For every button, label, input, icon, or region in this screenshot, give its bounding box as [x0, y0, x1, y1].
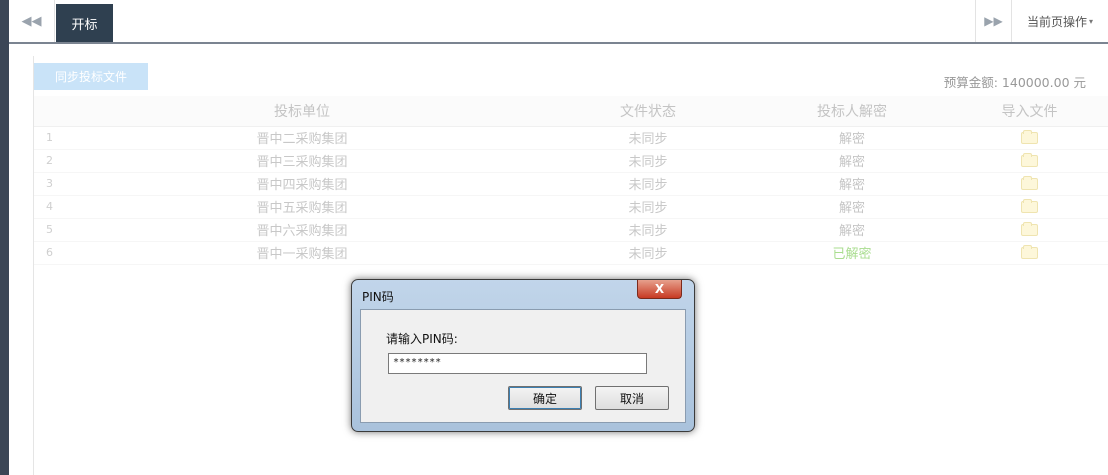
pin-prompt-label: 请输入PIN码:	[386, 332, 458, 346]
cancel-button[interactable]: 取消	[595, 386, 669, 410]
page-ops-label: 当前页操作	[1026, 14, 1087, 29]
table-header-row: 投标单位 文件状态 投标人解密 导入文件	[34, 96, 1108, 127]
file-status: 未同步	[542, 195, 754, 219]
dialog-title: PIN码	[362, 290, 394, 304]
decrypt-link[interactable]: 解密	[839, 178, 865, 193]
table-row: 5 晋中六采购集团 未同步 解密	[34, 218, 1108, 242]
table-row: 3 晋中四采购集团 未同步 解密	[34, 172, 1108, 196]
file-status: 未同步	[542, 172, 754, 196]
table-row: 6 晋中一采购集团 未同步 已解密	[34, 241, 1108, 265]
tab-bar: ◀◀ 开标 ▶▶ 当前页操作 ▾	[9, 0, 1108, 44]
table-row: 4 晋中五采购集团 未同步 解密	[34, 195, 1108, 219]
decrypt-link[interactable]: 解密	[839, 132, 865, 147]
decrypt-link[interactable]: 解密	[839, 201, 865, 216]
current-page-operations-menu[interactable]: 当前页操作 ▾	[1011, 0, 1108, 42]
pin-dialog: PIN码 X 请输入PIN码: ******** 确定 取消	[351, 279, 695, 432]
row-index: 5	[34, 218, 62, 242]
bidder-unit: 晋中五采购集团	[62, 195, 542, 219]
bidder-unit: 晋中二采购集团	[62, 126, 542, 150]
row-index: 2	[34, 149, 62, 173]
row-index: 6	[34, 241, 62, 265]
file-status: 未同步	[542, 218, 754, 242]
bidder-unit: 晋中三采购集团	[62, 149, 542, 173]
tab-open-bid[interactable]: 开标	[56, 4, 113, 42]
folder-icon[interactable]	[1021, 221, 1038, 236]
header-bidder-unit: 投标单位	[62, 96, 542, 127]
bidder-table: 投标单位 文件状态 投标人解密 导入文件 1 晋中二采购集团 未同步 解密 2 …	[34, 96, 1108, 265]
double-chevron-right-icon[interactable]: ▶▶	[975, 0, 1011, 42]
folder-icon[interactable]	[1021, 244, 1038, 259]
folder-icon[interactable]	[1021, 175, 1038, 190]
file-status: 未同步	[542, 149, 754, 173]
table-row: 2 晋中三采购集团 未同步 解密	[34, 149, 1108, 173]
table-row: 1 晋中二采购集团 未同步 解密	[34, 126, 1108, 150]
budget-amount: 预算金额: 140000.00 元	[943, 75, 1086, 90]
header-bidder-decrypt: 投标人解密	[754, 96, 950, 127]
bidder-unit: 晋中一采购集团	[62, 241, 542, 265]
folder-icon[interactable]	[1021, 152, 1038, 167]
folder-icon[interactable]	[1021, 129, 1038, 144]
decrypted-status: 已解密	[832, 247, 872, 262]
row-index: 3	[34, 172, 62, 196]
bidder-unit: 晋中六采购集团	[62, 218, 542, 242]
bidder-unit: 晋中四采购集团	[62, 172, 542, 196]
header-file-status: 文件状态	[542, 96, 754, 127]
file-status: 未同步	[542, 126, 754, 150]
sync-bid-files-button[interactable]: 同步投标文件	[34, 63, 148, 90]
file-status: 未同步	[542, 241, 754, 265]
dialog-body: 请输入PIN码: ******** 确定 取消	[360, 309, 686, 423]
confirm-button[interactable]: 确定	[508, 386, 582, 410]
decrypt-link[interactable]: 解密	[839, 224, 865, 239]
left-sidebar-rail	[0, 0, 9, 475]
pin-input[interactable]: ********	[388, 353, 647, 374]
header-import-file: 导入文件	[950, 96, 1108, 127]
decrypt-link[interactable]: 解密	[839, 155, 865, 170]
close-icon[interactable]: X	[637, 280, 682, 299]
index-header	[34, 96, 62, 127]
folder-icon[interactable]	[1021, 198, 1038, 213]
double-chevron-left-icon[interactable]: ◀◀	[9, 0, 55, 42]
row-index: 1	[34, 126, 62, 150]
row-index: 4	[34, 195, 62, 219]
caret-down-icon: ▾	[1089, 16, 1094, 26]
